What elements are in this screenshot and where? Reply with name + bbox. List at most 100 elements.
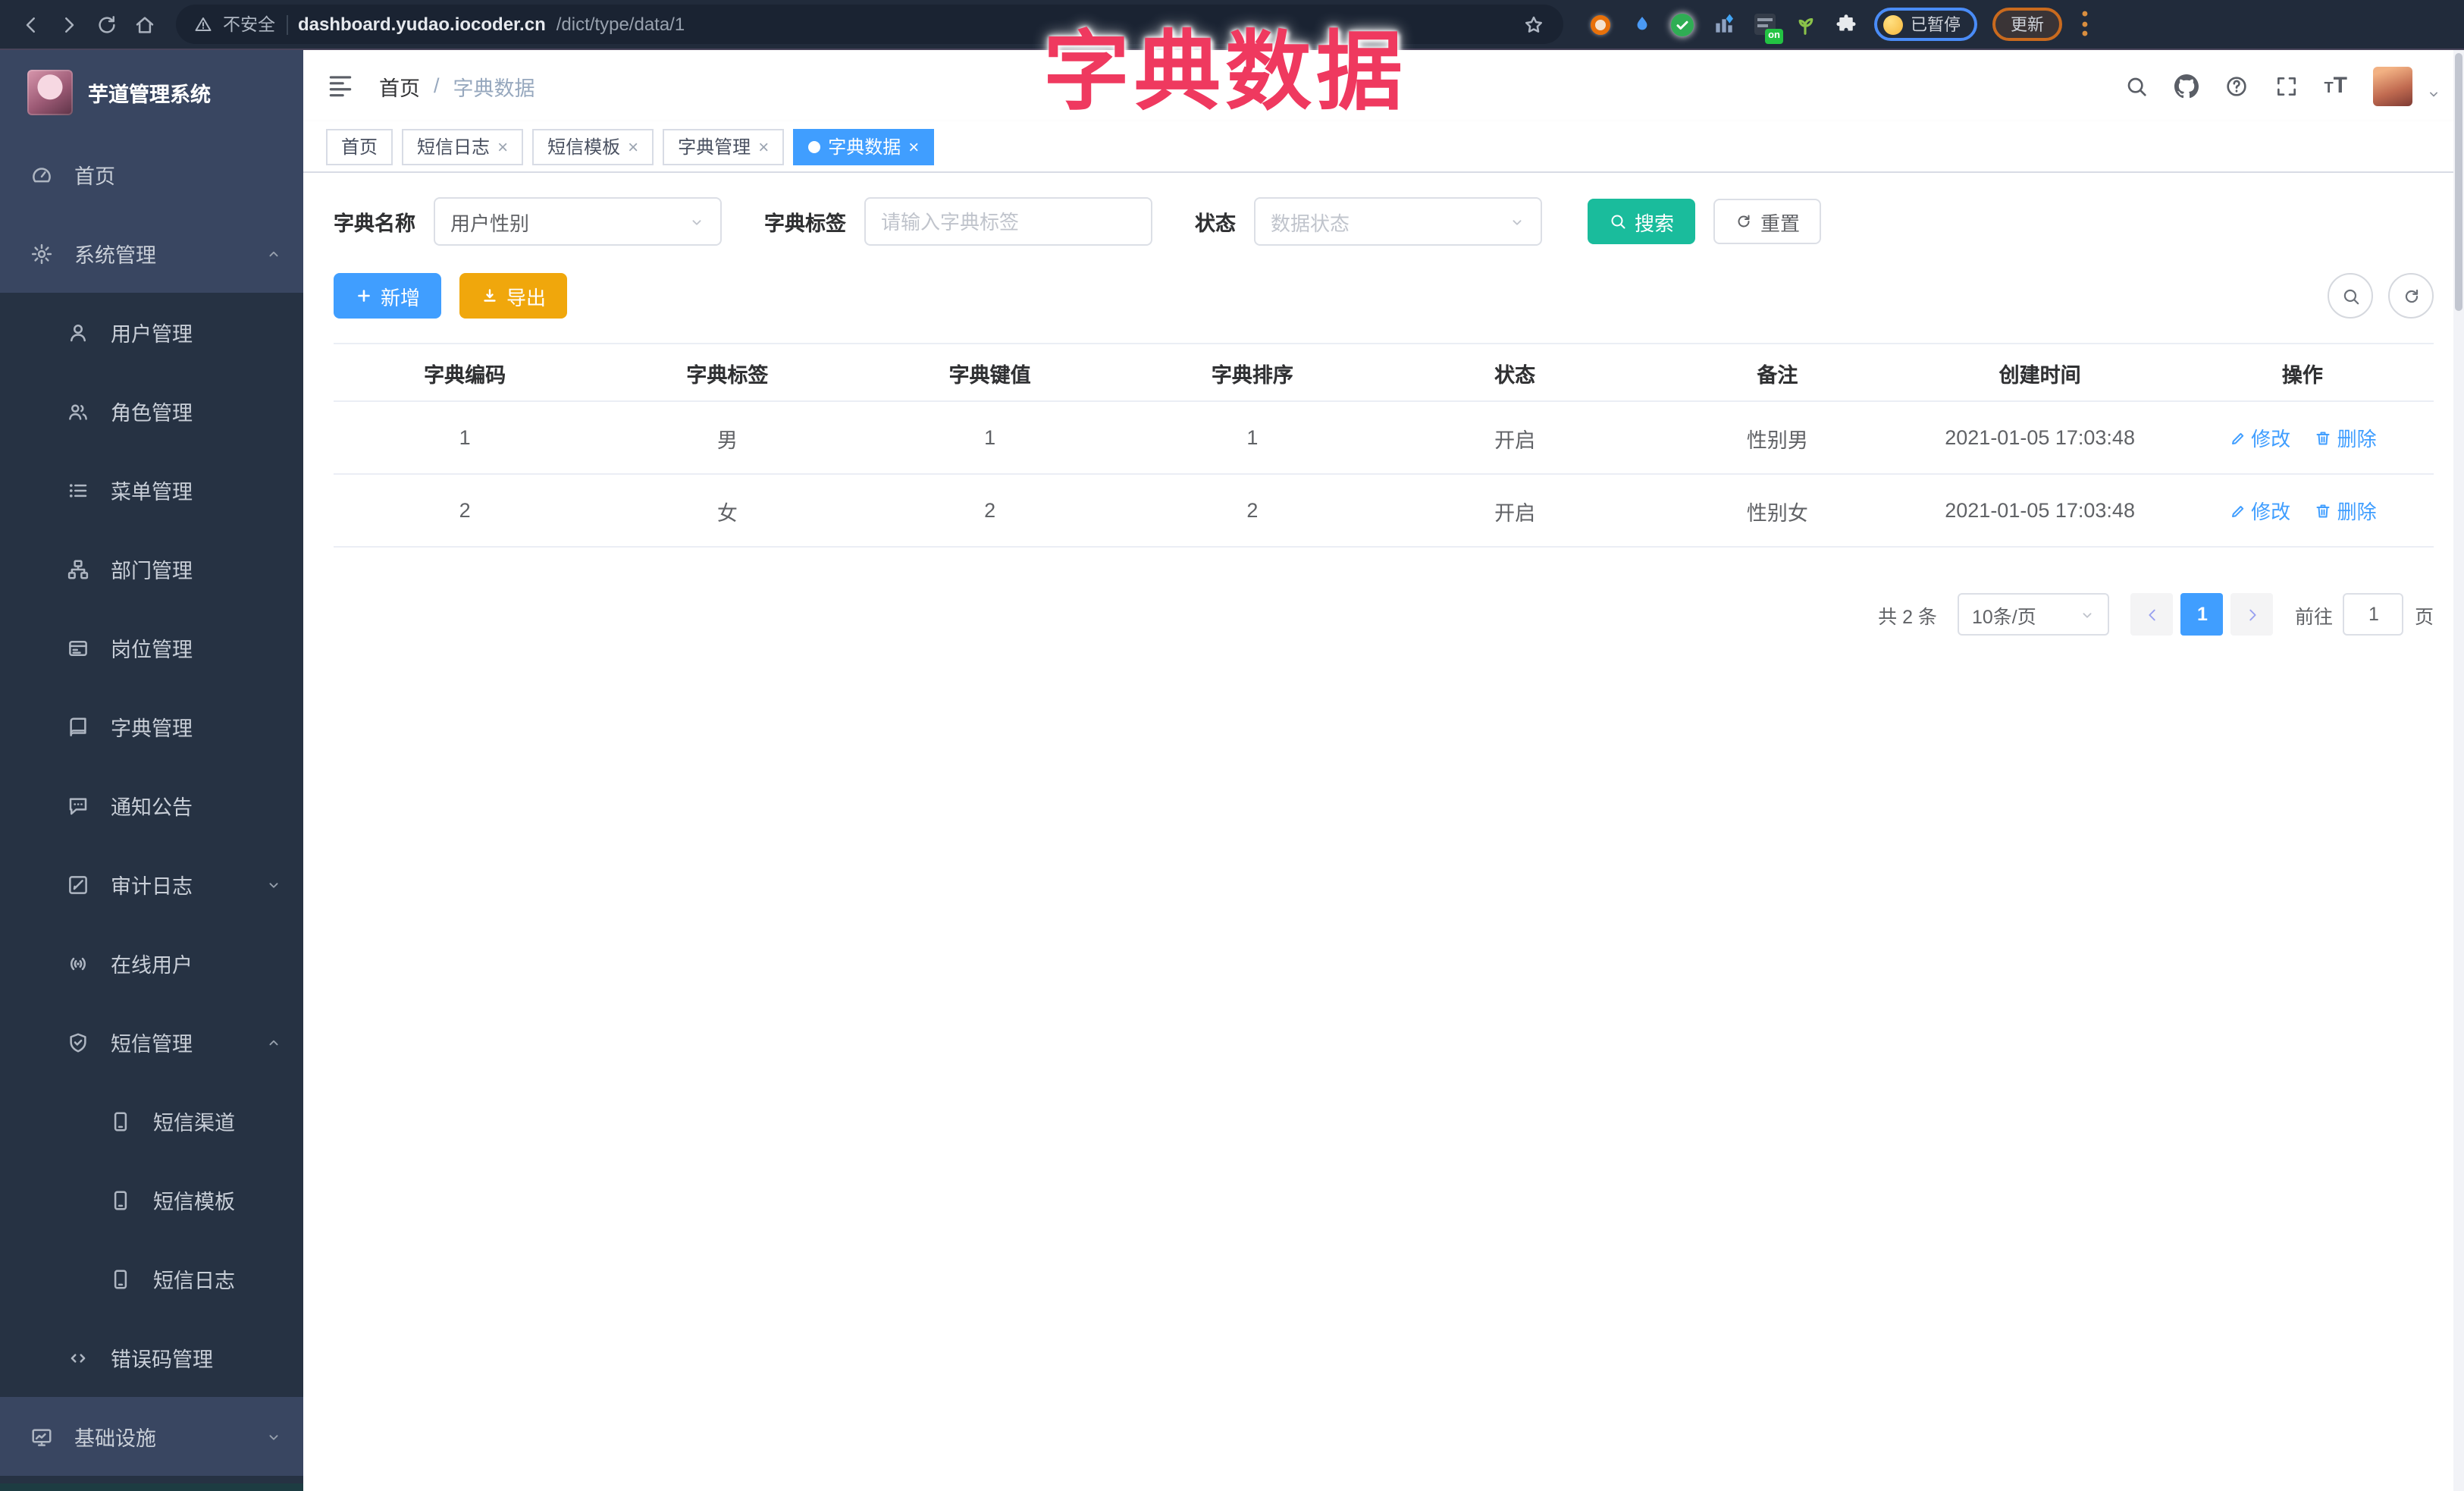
tab-dict-data[interactable]: 字典数据 ×: [793, 128, 935, 165]
book-icon: [67, 715, 89, 738]
phone-icon: [109, 1110, 132, 1132]
sidebar-item-home[interactable]: 首页: [0, 135, 303, 214]
prev-page-button[interactable]: [2130, 593, 2174, 636]
close-icon[interactable]: ×: [628, 137, 638, 155]
browser-reload-button[interactable]: [88, 5, 126, 43]
extension-proxy-icon[interactable]: on: [1751, 11, 1783, 43]
extension-orange-icon[interactable]: [1588, 11, 1613, 37]
online-users-icon: [67, 952, 89, 975]
sidebar-item-infrastructure[interactable]: 基础设施: [0, 1397, 303, 1476]
sidebar-item-label: 字典管理: [111, 717, 193, 740]
delete-link[interactable]: 删除: [2315, 423, 2377, 452]
extension-droplet-icon[interactable]: [1629, 11, 1654, 37]
extension-green-check-icon[interactable]: [1669, 11, 1695, 37]
browser-forward-button[interactable]: [50, 5, 88, 43]
edit-label: 修改: [2251, 428, 2291, 450]
browser-update-button[interactable]: 更新: [1992, 8, 2062, 41]
trash-icon: [2315, 428, 2333, 447]
extensions-puzzle-icon[interactable]: [1833, 11, 1859, 37]
github-icon[interactable]: [2174, 74, 2198, 98]
toggle-search-button[interactable]: [2328, 273, 2373, 319]
sidebar: 芋道管理系统 首页 系统管理 用户管理 角色管理 菜单管理 部门管理 岗位管理 …: [0, 50, 303, 1491]
close-icon[interactable]: ×: [758, 137, 769, 155]
pagination: 共 2 条 10条/页 1 前往 页: [334, 593, 2434, 636]
sidebar-item-error-code-management[interactable]: 错误码管理: [0, 1318, 303, 1397]
sidebar-logo[interactable]: 芋道管理系统: [0, 50, 303, 135]
magnifier-icon: [1609, 212, 1627, 231]
close-icon[interactable]: ×: [497, 137, 508, 155]
user-avatar[interactable]: [2373, 66, 2412, 105]
browser-back-button[interactable]: [12, 5, 50, 43]
paused-badge[interactable]: 已暂停: [1874, 8, 1977, 41]
menu-list-icon: [67, 479, 89, 501]
refresh-table-button[interactable]: [2388, 273, 2434, 319]
dict-name-select[interactable]: 用户性别: [434, 197, 722, 246]
page-size-select[interactable]: 10条/页: [1958, 593, 2110, 636]
sidebar-bottom-strip: [0, 1483, 303, 1491]
sidebar-item-dict-management[interactable]: 字典管理: [0, 687, 303, 766]
chevron-down-icon: [265, 1428, 282, 1445]
help-icon[interactable]: [2224, 74, 2248, 98]
search-button[interactable]: 搜索: [1588, 199, 1696, 244]
goto-page-input[interactable]: [2343, 593, 2404, 636]
table-toolbar: 新增 导出: [334, 273, 2434, 319]
next-page-button[interactable]: [2230, 593, 2274, 636]
reset-button[interactable]: 重置: [1713, 199, 1822, 244]
delete-link[interactable]: 删除: [2315, 496, 2377, 525]
bookmark-star-icon[interactable]: [1522, 13, 1545, 36]
close-icon[interactable]: ×: [908, 137, 919, 155]
sidebar-item-sms-template[interactable]: 短信模板: [0, 1160, 303, 1239]
breadcrumb-home[interactable]: 首页: [379, 71, 420, 101]
tab-sms-log[interactable]: 短信日志 ×: [402, 128, 524, 165]
scrollbar-thumb[interactable]: [2455, 53, 2462, 311]
org-tree-icon: [67, 557, 89, 580]
font-size-icon[interactable]: TT: [2324, 74, 2347, 97]
sidebar-item-department-management[interactable]: 部门管理: [0, 529, 303, 608]
sidebar-item-audit-log[interactable]: 审计日志: [0, 845, 303, 924]
search-icon[interactable]: [2124, 74, 2148, 98]
sidebar-item-post-management[interactable]: 岗位管理: [0, 608, 303, 687]
edit-link[interactable]: 修改: [2228, 423, 2290, 452]
table-header-row: 字典编码 字典标签 字典键值 字典排序 状态 备注 创建时间 操作: [334, 343, 2434, 402]
sidebar-item-label: 基础设施: [74, 1427, 156, 1450]
sidebar-item-system-management[interactable]: 系统管理: [0, 214, 303, 293]
extension-chart-icon[interactable]: [1710, 11, 1736, 37]
browser-menu-icon[interactable]: • • •: [2077, 5, 2093, 42]
cell-label: 女: [596, 474, 859, 548]
tab-home[interactable]: 首页: [326, 128, 393, 165]
edit-link[interactable]: 修改: [2228, 496, 2290, 525]
chevron-down-icon[interactable]: [2426, 86, 2441, 101]
sidebar-item-label: 短信管理: [111, 1033, 193, 1056]
status-select[interactable]: 数据状态: [1254, 197, 1542, 246]
tab-sms-template[interactable]: 短信模板 ×: [532, 128, 654, 165]
sidebar-item-menu-management[interactable]: 菜单管理: [0, 450, 303, 529]
sidebar-item-label: 菜单管理: [111, 481, 193, 504]
export-button[interactable]: 导出: [459, 273, 568, 319]
status-label: 状态: [1195, 212, 1236, 235]
browser-home-button[interactable]: [126, 5, 164, 43]
sidebar-item-label: 岗位管理: [111, 639, 193, 661]
sidebar-item-online-users[interactable]: 在线用户: [0, 924, 303, 1003]
sidebar-item-role-management[interactable]: 角色管理: [0, 372, 303, 450]
overlay-page-title: 字典数据: [1043, 24, 1407, 121]
magnifier-icon: [2340, 286, 2360, 306]
page-number-button[interactable]: 1: [2180, 593, 2224, 636]
toolbar-right: [2328, 273, 2434, 319]
sidebar-item-sms-management[interactable]: 短信管理: [0, 1003, 303, 1081]
page-scrollbar[interactable]: [2453, 50, 2464, 1491]
add-button[interactable]: 新增: [334, 273, 442, 319]
sidebar-item-sms-log[interactable]: 短信日志: [0, 1239, 303, 1318]
extension-sprout-icon[interactable]: [1792, 11, 1818, 37]
fullscreen-icon[interactable]: [2274, 74, 2298, 98]
tab-dict-management[interactable]: 字典管理 ×: [663, 128, 785, 165]
sidebar-item-user-management[interactable]: 用户管理: [0, 293, 303, 372]
sidebar-item-notice-announcement[interactable]: 通知公告: [0, 766, 303, 845]
sidebar-item-sms-channel[interactable]: 短信渠道: [0, 1081, 303, 1160]
active-dot-icon: [808, 140, 821, 152]
hamburger-icon[interactable]: [326, 71, 355, 100]
cell-status: 开启: [1384, 474, 1647, 548]
dict-tag-input[interactable]: [864, 197, 1152, 246]
refresh-icon: [2401, 286, 2421, 306]
download-icon: [481, 287, 499, 305]
url-path: /dict/type/data/1: [556, 14, 685, 35]
